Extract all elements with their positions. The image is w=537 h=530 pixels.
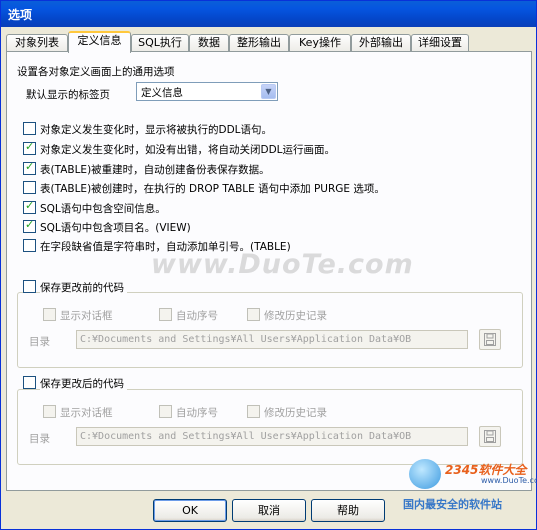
tab-definition-info[interactable]: 定义信息: [68, 31, 131, 53]
option-checkbox-3[interactable]: [23, 181, 36, 194]
option-checkbox-1[interactable]: [23, 140, 36, 155]
after-dialog-label: 显示对话框: [60, 407, 113, 419]
option-label-0: 对象定义发生变化时，显示将被执行的DDL语句。: [40, 124, 273, 136]
tab-sql-exec[interactable]: SQL执行: [131, 34, 189, 52]
default-tab-value: 定义信息: [141, 87, 183, 99]
brand-slogan: 国内最安全的软件站: [403, 498, 502, 511]
mascot-icon: [409, 459, 441, 489]
option-label-4: SQL语句中包含空间信息。: [40, 203, 166, 215]
watermark-text: www.DuoTe.com: [151, 249, 414, 280]
tab-data[interactable]: 数据: [189, 34, 229, 52]
option-label-2: 表(TABLE)被重建时，自动创建备份表保存数据。: [40, 164, 270, 176]
before-history-checkbox[interactable]: [247, 308, 260, 321]
option-checkbox-4[interactable]: [23, 199, 36, 214]
save-before-checkbox[interactable]: [23, 280, 36, 293]
after-dir-label: 目录: [29, 433, 50, 445]
cancel-button[interactable]: 取消: [232, 499, 306, 522]
option-label-1: 对象定义发生变化时，如没有出错，将自动关闭DDL运行画面。: [40, 144, 336, 156]
options-dialog: 选项 对象列表 定义信息 SQL执行 数据 整形输出 Key操作 外部输出 详细…: [0, 0, 537, 530]
brand-badge: 2345软件大全 www.DuoTe.com 国内最安全的软件站: [401, 449, 537, 511]
tab-strip: 对象列表 定义信息 SQL执行 数据 整形输出 Key操作 外部输出 详细设置: [6, 31, 531, 53]
option-checkbox-5[interactable]: [23, 218, 36, 233]
before-history-label: 修改历史记录: [264, 310, 327, 322]
window-title: 选项: [8, 8, 33, 22]
after-history-checkbox[interactable]: [247, 405, 260, 418]
panel-heading: 设置各对象定义画面上的通用选项: [17, 66, 175, 78]
after-autonum-checkbox[interactable]: [159, 405, 172, 418]
before-dir-field[interactable]: C:¥Documents and Settings¥All Users¥Appl…: [76, 330, 468, 349]
save-after-title: 保存更改后的代码: [40, 376, 127, 391]
tab-format-output[interactable]: 整形输出: [229, 34, 289, 52]
chevron-down-icon[interactable]: ▼: [261, 84, 276, 99]
before-dir-label: 目录: [29, 336, 50, 348]
brand-url: www.DuoTe.com: [481, 476, 537, 485]
option-checkbox-6[interactable]: [23, 239, 36, 252]
after-save-button[interactable]: [479, 426, 501, 447]
floppy-icon: [484, 333, 496, 346]
tab-external-output[interactable]: 外部输出: [351, 34, 411, 52]
default-tab-label: 默认显示的标签页: [26, 89, 110, 101]
before-dialog-checkbox[interactable]: [43, 308, 56, 321]
option-checkbox-0[interactable]: [23, 122, 36, 135]
before-save-button[interactable]: [479, 329, 501, 350]
tab-detail-settings[interactable]: 详细设置: [411, 34, 469, 52]
option-label-5: SQL语句中包含项目名。(VIEW): [40, 222, 191, 234]
floppy-icon: [484, 430, 496, 443]
ok-button[interactable]: OK: [153, 499, 227, 522]
after-history-label: 修改历史记录: [264, 407, 327, 419]
after-autonum-label: 自动序号: [176, 407, 218, 419]
option-label-3: 表(TABLE)被创建时，在执行的 DROP TABLE 语句中添加 PURGE…: [40, 183, 385, 195]
after-dir-field[interactable]: C:¥Documents and Settings¥All Users¥Appl…: [76, 427, 468, 446]
tab-object-list[interactable]: 对象列表: [6, 34, 68, 52]
before-dialog-label: 显示对话框: [60, 310, 113, 322]
option-checkbox-2[interactable]: [23, 160, 36, 175]
before-autonum-label: 自动序号: [176, 310, 218, 322]
tab-key-ops[interactable]: Key操作: [289, 34, 351, 52]
after-dialog-checkbox[interactable]: [43, 405, 56, 418]
before-autonum-checkbox[interactable]: [159, 308, 172, 321]
save-before-title: 保存更改前的代码: [40, 280, 127, 295]
help-button[interactable]: 帮助: [311, 499, 385, 522]
default-tab-select[interactable]: 定义信息 ▼: [136, 82, 278, 101]
title-bar[interactable]: 选项: [1, 1, 536, 27]
save-after-checkbox[interactable]: [23, 376, 36, 389]
